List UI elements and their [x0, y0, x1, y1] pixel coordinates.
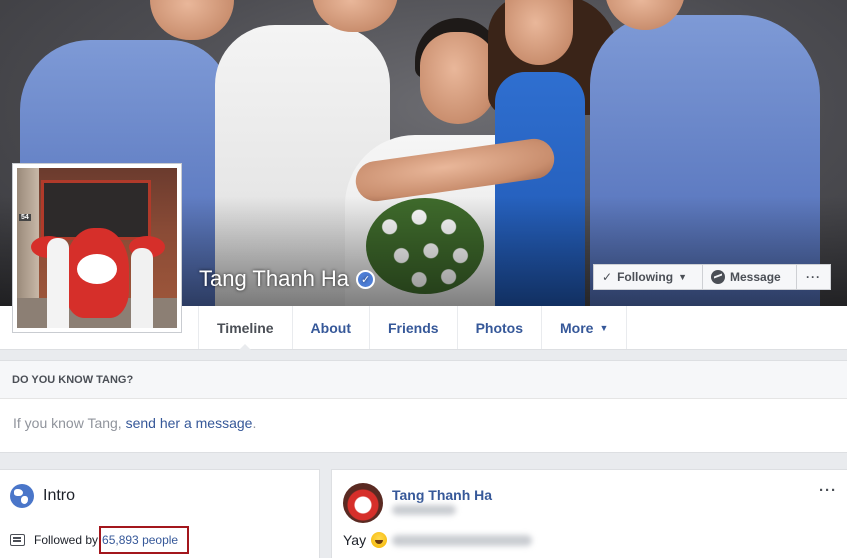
- avatar-crab-mascot: [65, 228, 129, 318]
- followed-by-row: Followed by 65,893 people: [10, 526, 190, 554]
- post-card: Tang Thanh Ha ··· Yay: [331, 469, 847, 558]
- more-options-button[interactable]: ···: [797, 264, 831, 290]
- know-card-suffix: .: [252, 415, 257, 431]
- emoji-laugh-icon: [371, 532, 388, 548]
- avatar-sign: 54: [19, 214, 31, 221]
- tab-label: Photos: [475, 319, 524, 336]
- intro-heading: Intro: [10, 484, 75, 508]
- tab-label: More: [560, 319, 594, 336]
- intro-title: Intro: [43, 487, 76, 504]
- avatar-woman: [131, 248, 153, 328]
- message-button[interactable]: Message: [703, 264, 797, 290]
- tab-label: Friends: [387, 319, 439, 336]
- following-label: Following: [617, 270, 674, 284]
- cover-face-4: [505, 0, 573, 65]
- post-options-icon[interactable]: ···: [819, 482, 837, 499]
- tab-friends[interactable]: Friends: [368, 306, 457, 349]
- followers-highlight-box: 65,893 people: [99, 526, 190, 554]
- verified-badge-icon: ✓: [356, 269, 376, 289]
- tab-about[interactable]: About: [291, 306, 369, 349]
- cover-face-1: [150, 0, 234, 40]
- intro-card: Intro Followed by 65,893 people: [0, 469, 320, 558]
- tab-label: About: [310, 319, 351, 336]
- avatar-man: [47, 238, 69, 328]
- post-text-content: Yay: [343, 532, 367, 548]
- messenger-icon: [711, 270, 725, 284]
- post-text-blurred: [392, 534, 533, 546]
- cover-face-3: [420, 32, 496, 124]
- post-author-avatar[interactable]: [343, 483, 383, 523]
- post-timestamp-blurred: [392, 505, 456, 515]
- globe-icon: [10, 484, 34, 508]
- message-label: Message: [730, 270, 781, 284]
- caret-down-icon: ▼: [599, 322, 609, 333]
- know-card-heading: DO YOU KNOW TANG?: [0, 361, 847, 399]
- profile-picture-image: 54: [17, 168, 177, 328]
- profile-name-text: Tang Thanh Ha: [199, 266, 350, 291]
- rss-icon: [10, 534, 25, 546]
- check-icon: ✓: [602, 270, 613, 284]
- followers-count-link[interactable]: 65,893 people: [102, 533, 178, 547]
- tab-photos[interactable]: Photos: [456, 306, 541, 349]
- know-person-card: DO YOU KNOW TANG? If you know Tang, send…: [0, 360, 847, 453]
- caret-down-icon: ▼: [678, 272, 687, 282]
- know-card-body: If you know Tang, send her a message.: [0, 399, 847, 447]
- send-message-link[interactable]: send her a message: [126, 415, 253, 431]
- profile-picture[interactable]: 54: [12, 163, 182, 333]
- more-dots-icon: ···: [806, 270, 821, 284]
- profile-tabs: Timeline About Friends Photos More ▼: [198, 306, 628, 350]
- tab-more[interactable]: More ▼: [541, 306, 628, 349]
- post-author-name[interactable]: Tang Thanh Ha: [392, 487, 492, 503]
- followed-by-text: Followed by: [34, 533, 99, 547]
- profile-actions: ✓ Following ▼ Message ···: [593, 264, 831, 290]
- know-card-text: If you know Tang,: [13, 415, 126, 431]
- tab-label: Timeline: [217, 319, 274, 336]
- post-text: Yay: [343, 532, 533, 548]
- avatar-crab-face: [77, 254, 117, 284]
- profile-name[interactable]: Tang Thanh Ha ✓: [199, 266, 376, 292]
- following-button[interactable]: ✓ Following ▼: [593, 264, 703, 290]
- tab-timeline[interactable]: Timeline: [198, 306, 292, 350]
